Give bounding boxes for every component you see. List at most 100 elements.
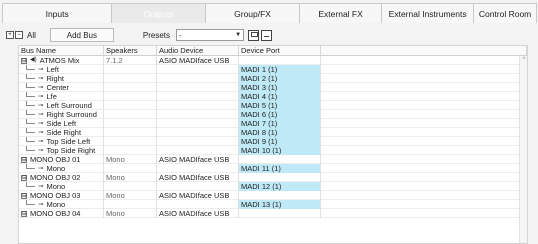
device-port-cell[interactable] xyxy=(239,155,321,164)
column-header-audio-device[interactable]: Audio Device xyxy=(157,46,239,55)
speakers-cell[interactable] xyxy=(104,119,157,128)
device-port-cell[interactable]: MADI 10 (1) xyxy=(239,146,321,155)
expand-all-icon[interactable]: + xyxy=(6,31,14,39)
bus-name-cell[interactable]: ⊸ Left xyxy=(19,65,104,74)
bus-name-cell[interactable]: ⊸ Mono xyxy=(19,164,104,173)
speakers-cell[interactable] xyxy=(104,200,157,209)
collapse-toggle-icon[interactable]: ⊟ xyxy=(21,210,27,217)
speakers-cell[interactable] xyxy=(104,128,157,137)
bus-row[interactable]: ⊟ MONO OBJ 03 Mono ASIO MADIface USB xyxy=(19,191,527,200)
audio-device-cell[interactable] xyxy=(157,74,239,83)
device-port-value[interactable]: MADI 11 (1) xyxy=(239,164,320,173)
bus-row[interactable]: ⊟ MONO OBJ 04 Mono ASIO MADIface USB xyxy=(19,209,527,218)
device-port-cell[interactable] xyxy=(239,56,321,65)
bus-name-cell[interactable]: ⊸ Right xyxy=(19,74,104,83)
speakers-cell[interactable] xyxy=(104,74,157,83)
audio-device-cell[interactable] xyxy=(157,146,239,155)
bus-name-cell[interactable]: ⊸ Mono xyxy=(19,182,104,191)
device-port-value[interactable]: MADI 7 (1) xyxy=(239,119,320,128)
channel-row[interactable]: ⊸ Center MADI 3 (1) xyxy=(19,83,527,92)
device-port-cell[interactable]: MADI 6 (1) xyxy=(239,110,321,119)
audio-device-cell[interactable] xyxy=(157,200,239,209)
bus-name-cell[interactable]: ⊸ Mono xyxy=(19,200,104,209)
audio-device-cell[interactable] xyxy=(157,92,239,101)
save-preset-icon[interactable] xyxy=(248,29,260,41)
delete-preset-icon[interactable] xyxy=(261,29,273,41)
device-port-value[interactable]: MADI 4 (1) xyxy=(239,92,320,101)
speakers-cell[interactable] xyxy=(104,164,157,173)
tab-external-instruments[interactable]: External Instruments xyxy=(381,3,475,23)
bus-name-cell[interactable]: ⊸ Right Surround xyxy=(19,110,104,119)
device-port-cell[interactable]: MADI 8 (1) xyxy=(239,128,321,137)
device-port-value[interactable]: MADI 5 (1) xyxy=(239,101,320,110)
speakers-cell[interactable] xyxy=(104,101,157,110)
device-port-value[interactable]: MADI 10 (1) xyxy=(239,146,320,155)
bus-row[interactable]: ⊟ MONO OBJ 01 Mono ASIO MADIface USB xyxy=(19,155,527,164)
bus-name-cell[interactable]: ⊸ Lfe xyxy=(19,92,104,101)
vertical-scrollbar[interactable]: ^ xyxy=(519,56,527,243)
tab-external-fx[interactable]: External FX xyxy=(298,3,383,23)
scroll-up-icon[interactable]: ^ xyxy=(520,57,527,63)
channel-row[interactable]: ⊸ Side Left MADI 7 (1) xyxy=(19,119,527,128)
audio-device-cell[interactable] xyxy=(157,164,239,173)
channel-row[interactable]: ⊸ Top Side Left MADI 9 (1) xyxy=(19,137,527,146)
bus-name-cell[interactable]: ⊟ ◀) ATMOS Mix xyxy=(19,56,104,65)
audio-device-cell[interactable] xyxy=(157,101,239,110)
device-port-cell[interactable]: MADI 12 (1) xyxy=(239,182,321,191)
channel-row[interactable]: ⊸ Right MADI 2 (1) xyxy=(19,74,527,83)
bus-name-cell[interactable]: ⊸ Top Side Right xyxy=(19,146,104,155)
collapse-all-icon[interactable]: − xyxy=(15,31,23,39)
bus-name-cell[interactable]: ⊟ MONO OBJ 01 xyxy=(19,155,104,164)
presets-dropdown[interactable]: - ▼ xyxy=(176,29,245,41)
collapse-toggle-icon[interactable]: ⊟ xyxy=(21,156,27,163)
tab-control-room[interactable]: Control Room xyxy=(473,3,537,23)
audio-device-cell[interactable] xyxy=(157,137,239,146)
column-header-speakers[interactable]: Speakers xyxy=(104,46,157,55)
audio-device-cell[interactable]: ASIO MADIface USB xyxy=(157,56,239,65)
bus-name-cell[interactable]: ⊸ Left Surround xyxy=(19,101,104,110)
device-port-cell[interactable]: MADI 9 (1) xyxy=(239,137,321,146)
device-port-cell[interactable]: MADI 13 (1) xyxy=(239,200,321,209)
device-port-value[interactable]: MADI 8 (1) xyxy=(239,128,320,137)
audio-device-cell[interactable]: ASIO MADIface USB xyxy=(157,173,239,182)
bus-name-cell[interactable]: ⊸ Side Right xyxy=(19,128,104,137)
collapse-toggle-icon[interactable]: ⊟ xyxy=(21,174,27,181)
channel-row[interactable]: ⊸ Right Surround MADI 6 (1) xyxy=(19,110,527,119)
bus-row[interactable]: ⊟ ◀) ATMOS Mix 7.1.2 ASIO MADIface USB xyxy=(19,56,527,65)
audio-device-cell[interactable]: ASIO MADIface USB xyxy=(157,155,239,164)
audio-device-cell[interactable]: ASIO MADIface USB xyxy=(157,191,239,200)
speakers-cell[interactable]: Mono xyxy=(104,173,157,182)
bus-name-cell[interactable]: ⊟ MONO OBJ 04 xyxy=(19,209,104,218)
bus-row[interactable]: ⊟ MONO OBJ 02 Mono ASIO MADIface USB xyxy=(19,173,527,182)
bus-name-cell[interactable]: ⊟ MONO OBJ 03 xyxy=(19,191,104,200)
device-port-cell[interactable]: MADI 2 (1) xyxy=(239,74,321,83)
collapse-toggle-icon[interactable]: ⊟ xyxy=(21,192,27,199)
device-port-cell[interactable]: MADI 11 (1) xyxy=(239,164,321,173)
audio-device-cell[interactable] xyxy=(157,65,239,74)
device-port-value[interactable]: MADI 12 (1) xyxy=(239,182,320,191)
tab-group-fx[interactable]: Group/FX xyxy=(205,3,300,23)
bus-name-cell[interactable]: ⊟ MONO OBJ 02 xyxy=(19,173,104,182)
device-port-value[interactable]: MADI 6 (1) xyxy=(239,110,320,119)
column-header-bus-name[interactable]: Bus Name xyxy=(19,46,104,55)
device-port-cell[interactable] xyxy=(239,191,321,200)
bus-name-cell[interactable]: ⊸ Side Left xyxy=(19,119,104,128)
channel-row[interactable]: ⊸ Left Surround MADI 5 (1) xyxy=(19,101,527,110)
add-bus-button[interactable]: Add Bus xyxy=(49,28,114,42)
speakers-cell[interactable] xyxy=(104,137,157,146)
device-port-value[interactable]: MADI 1 (1) xyxy=(239,65,320,74)
speakers-cell[interactable] xyxy=(104,92,157,101)
device-port-cell[interactable]: MADI 7 (1) xyxy=(239,119,321,128)
channel-row[interactable]: ⊸ Mono MADI 11 (1) xyxy=(19,164,527,173)
device-port-cell[interactable]: MADI 3 (1) xyxy=(239,83,321,92)
speakers-cell[interactable]: 7.1.2 xyxy=(104,56,157,65)
device-port-value[interactable]: MADI 9 (1) xyxy=(239,137,320,146)
tab-outputs[interactable]: Outputs xyxy=(111,3,207,23)
channel-row[interactable]: ⊸ Left MADI 1 (1) xyxy=(19,65,527,74)
channel-row[interactable]: ⊸ Mono MADI 12 (1) xyxy=(19,182,527,191)
device-port-cell[interactable] xyxy=(239,173,321,182)
device-port-cell[interactable]: MADI 1 (1) xyxy=(239,65,321,74)
speakers-cell[interactable] xyxy=(104,146,157,155)
channel-row[interactable]: ⊸ Lfe MADI 4 (1) xyxy=(19,92,527,101)
device-port-cell[interactable]: MADI 5 (1) xyxy=(239,101,321,110)
